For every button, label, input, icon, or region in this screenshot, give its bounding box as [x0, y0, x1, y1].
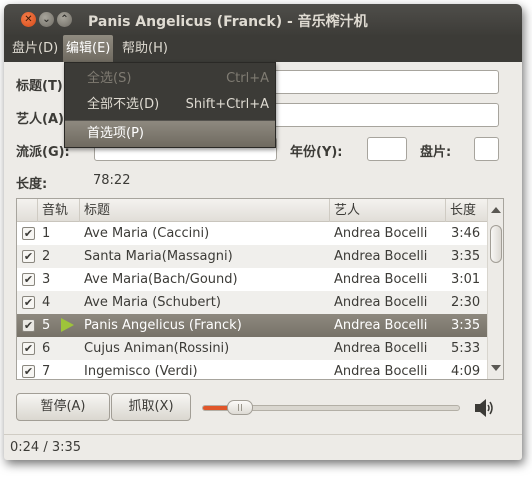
track-artist[interactable]: Andrea Bocelli	[334, 222, 444, 245]
scroll-up-icon[interactable]	[491, 207, 501, 213]
volume-high-icon[interactable]	[474, 398, 496, 418]
track-length: 3:46	[451, 226, 481, 241]
pause-button[interactable]: 暂停(A)	[16, 393, 110, 421]
menu-item-deselect-all[interactable]: 全部不选(D) Shift+Ctrl+A	[65, 92, 275, 118]
track-checkbox[interactable]: ✔	[22, 365, 35, 378]
table-row[interactable]: ✔ 7 Ingemisco (Verdi) Andrea Bocelli 4:09	[17, 360, 487, 379]
menu-help[interactable]: 帮助(H)	[119, 35, 171, 62]
menu-item-label: 首选项(P)	[87, 126, 144, 141]
track-title[interactable]: Ave Maria(Bach/Gound)	[84, 268, 328, 291]
track-number: 3	[42, 272, 51, 287]
track-number: 4	[42, 295, 51, 310]
menu-item-label: 全选(S)	[87, 71, 132, 86]
year-input[interactable]	[367, 137, 407, 161]
duration-label: 长度:	[16, 177, 48, 192]
close-icon: ✕	[24, 14, 33, 25]
minimize-window-button[interactable]: ⌄	[39, 12, 54, 27]
table-row[interactable]: ✔ 5 Panis Angelicus (Franck) Andrea Bocelli…	[17, 314, 487, 337]
play-icon	[61, 318, 74, 332]
track-list[interactable]: 音轨 标题 艺人 长度 ✔ 1 Ave Maria (Caccini) Andrea …	[16, 198, 504, 380]
track-number: 6	[42, 341, 51, 356]
table-row[interactable]: ✔ 6 Cujus Animan(Rossini) Andrea Bocelli 5:3…	[17, 337, 487, 360]
menu-item-accelerator: Ctrl+A	[226, 71, 269, 86]
track-checkbox[interactable]: ✔	[22, 296, 35, 309]
track-length: 3:01	[451, 272, 481, 287]
maximize-icon: ⌃	[60, 14, 69, 25]
menu-disc[interactable]: 盘片(D)	[9, 35, 61, 62]
vertical-scrollbar[interactable]	[487, 199, 503, 379]
track-length: 2:30	[451, 295, 481, 310]
menu-item-select-all[interactable]: 全选(S) Ctrl+A	[65, 66, 275, 92]
menu-item-accelerator: Shift+Ctrl+A	[185, 97, 269, 112]
extract-button[interactable]: 抓取(X)	[111, 393, 191, 421]
track-checkbox[interactable]: ✔	[22, 250, 35, 263]
genre-label: 流派(G):	[16, 145, 70, 160]
track-number: 5	[42, 318, 51, 333]
track-list-header: 音轨 标题 艺人 长度	[17, 199, 487, 222]
title-label: 标题(T)	[16, 79, 63, 94]
track-number: 1	[42, 226, 51, 241]
close-window-button[interactable]: ✕	[21, 12, 36, 27]
scroll-down-icon[interactable]	[491, 365, 501, 371]
playback-time: 0:24 / 3:35	[10, 440, 82, 455]
track-number: 2	[42, 249, 51, 264]
track-length: 3:35	[451, 318, 481, 333]
menu-item-preferences[interactable]: 首选项(P)	[65, 121, 275, 147]
grip-icon	[237, 404, 242, 411]
column-header-artist[interactable]: 艺人	[330, 199, 446, 222]
track-artist[interactable]: Andrea Bocelli	[334, 291, 444, 314]
track-length: 5:33	[451, 341, 481, 356]
title-bar[interactable]: ✕ ⌄ ⌃ Panis Angelicus (Franck) - 音乐榨汁机	[4, 4, 522, 35]
menu-edit[interactable]: 编辑(E)	[63, 35, 114, 62]
track-title[interactable]: Ave Maria (Schubert)	[84, 291, 328, 314]
seek-slider-handle[interactable]	[226, 400, 253, 415]
track-title[interactable]: Cujus Animan(Rossini)	[84, 337, 328, 360]
track-artist[interactable]: Andrea Bocelli	[334, 314, 444, 337]
track-artist[interactable]: Andrea Bocelli	[334, 360, 444, 379]
status-bar: 0:24 / 3:35	[4, 434, 522, 460]
track-title[interactable]: Ingemisco (Verdi)	[84, 360, 328, 379]
artist-label: 艺人(A)	[16, 112, 64, 127]
track-title[interactable]: Panis Angelicus (Franck)	[84, 314, 328, 337]
table-row[interactable]: ✔ 1 Ave Maria (Caccini) Andrea Bocelli 3:46	[17, 222, 487, 245]
duration-value: 78:22	[93, 173, 131, 188]
track-artist[interactable]: Andrea Bocelli	[334, 245, 444, 268]
track-length: 4:09	[451, 364, 481, 379]
year-label: 年份(Y):	[290, 145, 343, 160]
minimize-icon: ⌄	[42, 14, 51, 25]
track-artist[interactable]: Andrea Bocelli	[334, 337, 444, 360]
table-row[interactable]: ✔ 2 Santa Maria(Massagni) Andrea Bocelli 3:3…	[17, 245, 487, 268]
maximize-window-button[interactable]: ⌃	[57, 12, 72, 27]
disc-input[interactable]	[474, 137, 499, 161]
column-header-title[interactable]: 标题	[80, 199, 330, 222]
column-header-track[interactable]: 音轨	[38, 199, 80, 222]
column-header-length[interactable]: 长度	[446, 199, 487, 222]
edit-dropdown-menu: 全选(S) Ctrl+A 全部不选(D) Shift+Ctrl+A 首选项(P)	[64, 62, 276, 148]
table-row[interactable]: ✔ 3 Ave Maria(Bach/Gound) Andrea Bocelli 3:0…	[17, 268, 487, 291]
scrollbar-thumb[interactable]	[490, 225, 502, 263]
menu-item-label: 全部不选(D)	[87, 97, 160, 112]
track-length: 3:35	[451, 249, 481, 264]
column-header-check[interactable]	[17, 199, 38, 222]
track-artist[interactable]: Andrea Bocelli	[334, 268, 444, 291]
track-checkbox[interactable]: ✔	[22, 342, 35, 355]
track-number: 7	[42, 364, 51, 379]
track-checkbox[interactable]: ✔	[22, 319, 35, 332]
track-checkbox[interactable]: ✔	[22, 273, 35, 286]
menu-bar: 盘片(D) 编辑(E) 帮助(H)	[4, 35, 522, 62]
app-window: ✕ ⌄ ⌃ Panis Angelicus (Franck) - 音乐榨汁机 盘…	[4, 4, 522, 460]
window-title: Panis Angelicus (Franck) - 音乐榨汁机	[88, 14, 368, 30]
table-row[interactable]: ✔ 4 Ave Maria (Schubert) Andrea Bocelli 2:30	[17, 291, 487, 314]
track-checkbox[interactable]: ✔	[22, 227, 35, 240]
track-title[interactable]: Ave Maria (Caccini)	[84, 222, 328, 245]
disc-label: 盘片:	[420, 145, 452, 160]
track-title[interactable]: Santa Maria(Massagni)	[84, 245, 328, 268]
